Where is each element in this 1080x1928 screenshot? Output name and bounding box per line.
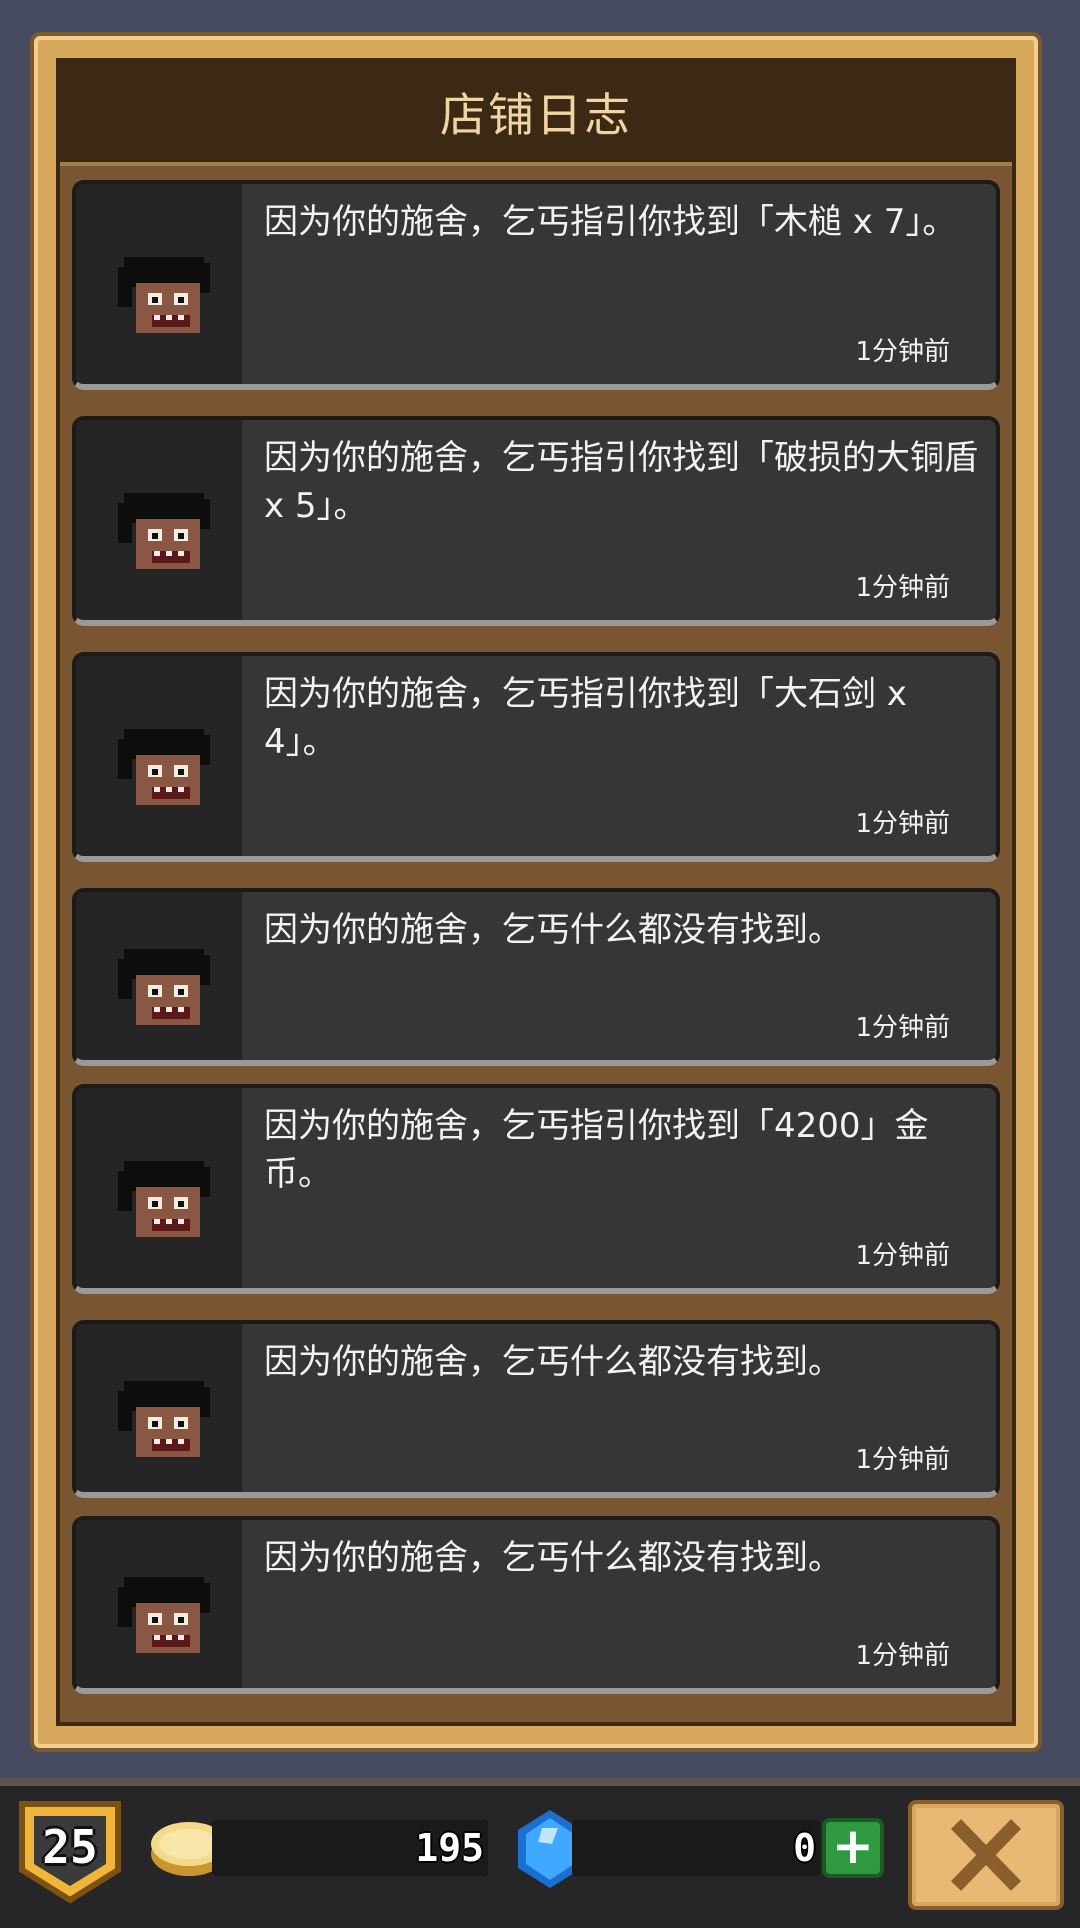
beggar-avatar — [118, 1577, 210, 1653]
close-x-icon — [916, 1808, 1056, 1902]
avatar-box — [76, 1520, 242, 1688]
beggar-avatar — [118, 257, 210, 333]
gem-count: 0 — [793, 1826, 816, 1870]
log-entry: 因为你的施舍，乞丐指引你找到「木槌 x 7」。 1分钟前 — [72, 180, 1000, 390]
log-timestamp: 1分钟前 — [855, 1241, 950, 1271]
log-message: 因为你的施舍，乞丐指引你找到「大石剑 x 4」。 — [264, 674, 907, 762]
log-message: 因为你的施舍，乞丐指引你找到「破损的大铜盾 x 5」。 — [264, 438, 978, 526]
level-badge[interactable]: 25 — [18, 1800, 122, 1904]
coin-count: 195 — [415, 1826, 484, 1870]
avatar-box — [76, 1324, 242, 1492]
add-gems-button[interactable]: + — [822, 1818, 884, 1878]
log-entry: 因为你的施舍，乞丐指引你找到「破损的大铜盾 x 5」。 1分钟前 — [72, 416, 1000, 626]
avatar-box — [76, 420, 242, 620]
close-button[interactable] — [908, 1800, 1064, 1910]
log-entry: 因为你的施舍，乞丐指引你找到「大石剑 x 4」。 1分钟前 — [72, 652, 1000, 862]
log-message: 因为你的施舍，乞丐什么都没有找到。 — [264, 1342, 842, 1382]
log-list[interactable]: 因为你的施舍，乞丐指引你找到「木槌 x 7」。 1分钟前 因为你的施舍，乞丐指引你找… — [72, 180, 1000, 1702]
log-timestamp: 1分钟前 — [855, 573, 950, 603]
log-message: 因为你的施舍，乞丐什么都没有找到。 — [264, 1538, 842, 1578]
log-timestamp: 1分钟前 — [855, 1641, 950, 1671]
log-timestamp: 1分钟前 — [855, 337, 950, 367]
log-entry: 因为你的施舍，乞丐什么都没有找到。 1分钟前 — [72, 888, 1000, 1066]
log-message: 因为你的施舍，乞丐指引你找到「木槌 x 7」。 — [264, 202, 957, 242]
plus-icon: + — [832, 1817, 874, 1875]
log-message: 因为你的施舍，乞丐什么都没有找到。 — [264, 910, 842, 950]
log-timestamp: 1分钟前 — [855, 1013, 950, 1043]
beggar-avatar — [118, 1381, 210, 1457]
beggar-avatar — [118, 493, 210, 569]
avatar-box — [76, 656, 242, 856]
panel-header: 店铺日志 — [60, 62, 1012, 166]
avatar-box — [76, 1088, 242, 1288]
beggar-avatar — [118, 1161, 210, 1237]
beggar-avatar — [118, 949, 210, 1025]
beggar-avatar — [118, 729, 210, 805]
shop-log-inner: 店铺日志 因为你的施舍，乞丐指引你找到「木槌 x 7」。 1分钟前 因为你的施舍，乞… — [56, 58, 1016, 1726]
log-entry: 因为你的施舍，乞丐什么都没有找到。 1分钟前 — [72, 1516, 1000, 1694]
log-message: 因为你的施舍，乞丐指引你找到「4200」金币。 — [264, 1106, 929, 1194]
shop-log-panel: 店铺日志 因为你的施舍，乞丐指引你找到「木槌 x 7」。 1分钟前 因为你的施舍，乞… — [34, 36, 1038, 1748]
avatar-box — [76, 892, 242, 1060]
log-timestamp: 1分钟前 — [855, 809, 950, 839]
avatar-box — [76, 184, 242, 384]
log-entry: 因为你的施舍，乞丐指引你找到「4200」金币。 1分钟前 — [72, 1084, 1000, 1294]
log-entry: 因为你的施舍，乞丐什么都没有找到。 1分钟前 — [72, 1320, 1000, 1498]
level-value: 25 — [42, 1820, 98, 1874]
bottom-bar: 25 195 0 + — [0, 1778, 1080, 1928]
log-timestamp: 1分钟前 — [855, 1445, 950, 1475]
panel-title: 店铺日志 — [440, 88, 632, 142]
